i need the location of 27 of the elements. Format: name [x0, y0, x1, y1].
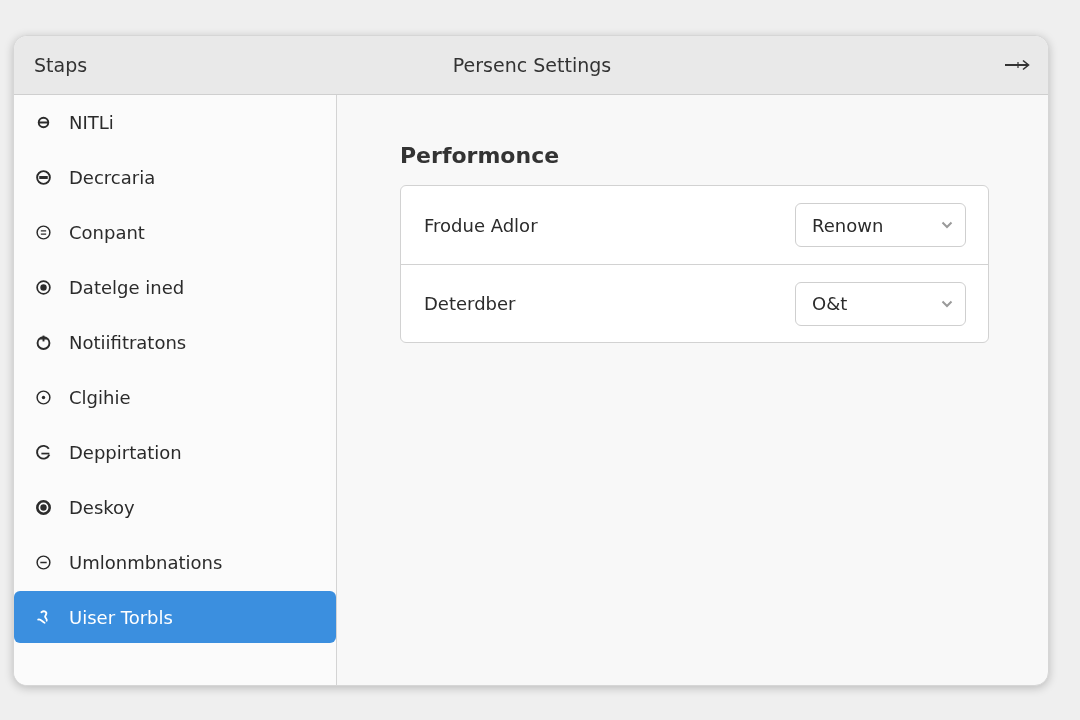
sidebar-item[interactable]: Clgihie	[14, 370, 336, 425]
sidebar-item[interactable]: Decrcaria	[14, 150, 336, 205]
circle-notch-icon	[35, 334, 52, 351]
sidebar-item[interactable]: Notiifitratons	[14, 315, 336, 370]
sidebar-item[interactable]: Datelge ined	[14, 260, 336, 315]
sidebar-item[interactable]: Umlonmbnations	[14, 535, 336, 590]
app-name: Staps	[34, 54, 88, 76]
dropdown[interactable]: Renown	[795, 203, 966, 247]
circle-minus-icon	[35, 554, 52, 571]
arc-icon	[35, 444, 52, 461]
sidebar-item[interactable]: Conpant	[14, 205, 336, 260]
section-title: Performonce	[400, 143, 561, 168]
dropdown[interactable]: O&t	[795, 281, 966, 326]
sidebar-item[interactable]: NITLi	[14, 95, 336, 150]
sidebar-item[interactable]: Deppirtation	[14, 425, 336, 480]
circle-point-icon	[35, 389, 52, 406]
circle-dot-icon	[35, 279, 52, 296]
chevron-down-icon	[941, 221, 953, 229]
setting-label: Frodue Adlor	[424, 214, 538, 236]
arrow-right-icon[interactable]	[1004, 59, 1030, 71]
chevron-down-icon	[941, 299, 953, 308]
circle-lines-icon	[35, 224, 52, 241]
window-title: Persenc Settings	[452, 54, 612, 76]
ring-dot-icon	[35, 499, 52, 516]
circle-bar-icon	[35, 169, 52, 186]
sidebar-item[interactable]: Deskoy	[14, 480, 336, 535]
setting-label: Deterdber	[424, 293, 516, 314]
